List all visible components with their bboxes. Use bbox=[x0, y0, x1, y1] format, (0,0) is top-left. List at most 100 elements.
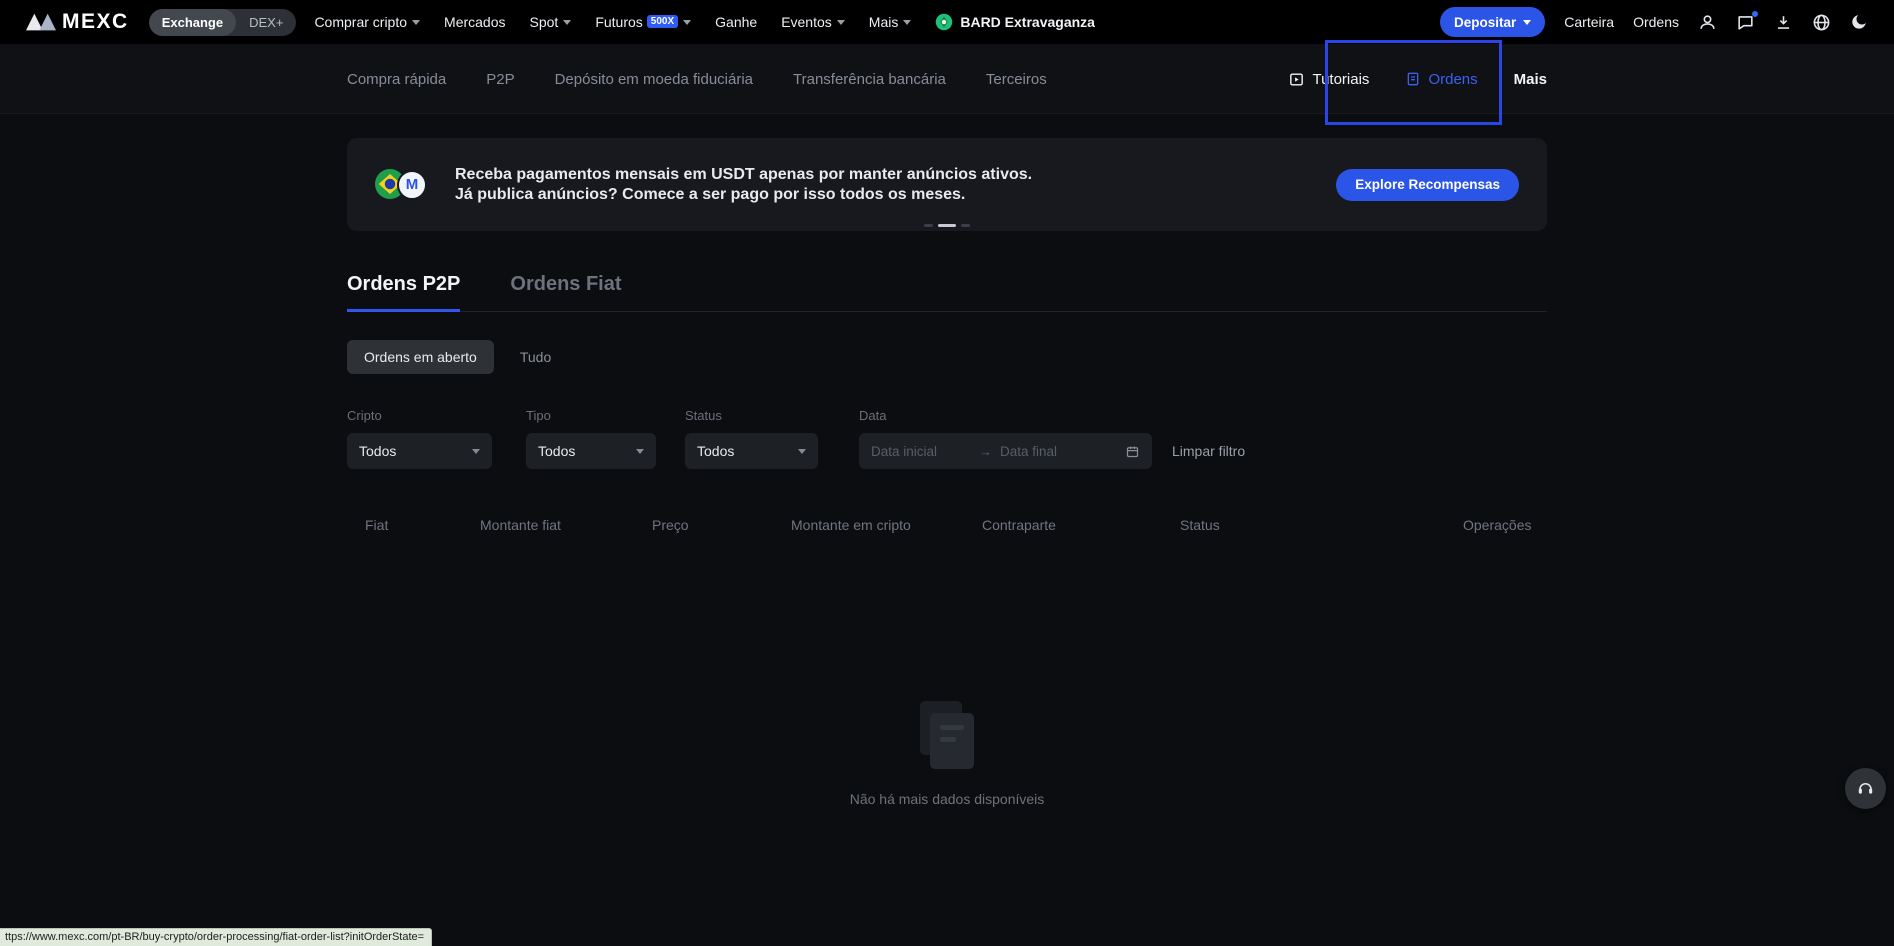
support-chat-button[interactable] bbox=[1845, 768, 1886, 809]
empty-documents-icon bbox=[916, 701, 978, 773]
select-value: Todos bbox=[697, 443, 734, 459]
nav-ganhe[interactable]: Ganhe bbox=[715, 14, 757, 30]
status-url: ttps://www.mexc.com/pt-BR/buy-crypto/ord… bbox=[5, 931, 424, 943]
col-status: Status bbox=[1180, 517, 1463, 533]
dark-mode-moon-icon[interactable] bbox=[1850, 13, 1868, 31]
tab-deposito-fiduciaria[interactable]: Depósito em moeda fiduciária bbox=[555, 71, 753, 88]
select-value: Todos bbox=[359, 443, 396, 459]
banner-line-2: Já publica anúncios? Comece a ser pago p… bbox=[455, 185, 1032, 205]
toggle-dex[interactable]: DEX+ bbox=[236, 9, 296, 36]
chevron-down-icon bbox=[412, 20, 420, 25]
more-subnav-link[interactable]: Mais bbox=[1514, 71, 1547, 88]
empty-state-text: Não há mais dados disponíveis bbox=[850, 791, 1045, 807]
banner-carousel-dots bbox=[924, 224, 970, 227]
rewards-banner: M Receba pagamentos mensais em USDT apen… bbox=[347, 138, 1547, 231]
nav-label: Comprar cripto bbox=[314, 14, 407, 30]
pill-ordens-em-aberto[interactable]: Ordens em aberto bbox=[347, 340, 494, 374]
tipo-select[interactable]: Todos bbox=[526, 433, 656, 469]
end-date-input[interactable] bbox=[1000, 444, 1100, 459]
select-value: Todos bbox=[538, 443, 575, 459]
deposit-button[interactable]: Depositar bbox=[1440, 7, 1545, 37]
chevron-down-icon bbox=[563, 20, 571, 25]
tab-ordens-p2p[interactable]: Ordens P2P bbox=[347, 273, 460, 312]
pill-tudo[interactable]: Tudo bbox=[520, 340, 551, 374]
wallet-link[interactable]: Carteira bbox=[1564, 14, 1614, 30]
nav-eventos[interactable]: Eventos bbox=[781, 14, 845, 30]
carousel-dot[interactable] bbox=[961, 224, 970, 227]
buy-crypto-subnav: Compra rápida P2P Depósito em moeda fidu… bbox=[0, 44, 1894, 114]
col-montante-fiat: Montante fiat bbox=[480, 517, 652, 533]
filter-tipo: Tipo Todos bbox=[526, 408, 656, 469]
nav-comprar-cripto[interactable]: Comprar cripto bbox=[314, 14, 420, 30]
start-date-input[interactable] bbox=[871, 444, 971, 459]
filter-label: Data bbox=[859, 408, 1152, 423]
mexc-m-badge-icon: M bbox=[397, 170, 427, 200]
subnav-tabs: Compra rápida P2P Depósito em moeda fidu… bbox=[347, 71, 1047, 88]
orders-doc-icon bbox=[1405, 71, 1421, 87]
mexc-logo[interactable]: MEXC bbox=[26, 10, 129, 34]
account-icon[interactable] bbox=[1698, 13, 1717, 32]
col-contraparte: Contraparte bbox=[982, 517, 1180, 533]
top-navbar: MEXC Exchange DEX+ Comprar cripto Mercad… bbox=[0, 0, 1894, 44]
tutorials-link[interactable]: Tutoriais bbox=[1288, 71, 1369, 88]
nav-label: Mercados bbox=[444, 14, 505, 30]
date-range-picker[interactable]: → bbox=[859, 433, 1152, 469]
tutorials-icon bbox=[1288, 71, 1305, 88]
promo-label: BARD Extravaganza bbox=[960, 14, 1095, 30]
col-operacoes: Operações bbox=[1463, 517, 1547, 533]
nav-futuros[interactable]: Futuros 500X bbox=[595, 14, 691, 30]
calendar-icon bbox=[1125, 444, 1140, 459]
nav-label: Eventos bbox=[781, 14, 832, 30]
filter-status: Status Todos bbox=[685, 408, 818, 469]
chevron-down-icon bbox=[636, 449, 644, 454]
tab-compra-rapida[interactable]: Compra rápida bbox=[347, 71, 446, 88]
filter-data: Data → bbox=[859, 408, 1152, 469]
bard-extravaganza-link[interactable]: BARD Extravaganza bbox=[935, 13, 1095, 31]
bard-event-icon bbox=[935, 13, 953, 31]
topbar-right: Depositar Carteira Ordens bbox=[1440, 7, 1868, 37]
explore-rewards-button[interactable]: Explore Recompensas bbox=[1336, 169, 1519, 201]
nav-spot[interactable]: Spot bbox=[530, 14, 572, 30]
browser-status-bar: ttps://www.mexc.com/pt-BR/buy-crypto/ord… bbox=[0, 928, 432, 946]
status-select[interactable]: Todos bbox=[685, 433, 818, 469]
orders-page-tabs: Ordens P2P Ordens Fiat bbox=[347, 273, 1547, 312]
tab-p2p[interactable]: P2P bbox=[486, 71, 514, 88]
filter-label: Status bbox=[685, 408, 818, 423]
chevron-down-icon bbox=[1523, 20, 1531, 25]
mexc-logo-icon bbox=[26, 12, 56, 32]
tab-ordens-fiat[interactable]: Ordens Fiat bbox=[510, 273, 621, 312]
chat-notification-dot bbox=[1752, 11, 1758, 17]
chevron-down-icon bbox=[798, 449, 806, 454]
clear-filter-link[interactable]: Limpar filtro bbox=[1172, 443, 1245, 459]
main-nav: Comprar cripto Mercados Spot Futuros 500… bbox=[314, 14, 911, 30]
chevron-down-icon bbox=[683, 20, 691, 25]
banner-line-1: Receba pagamentos mensais em USDT apenas… bbox=[455, 165, 1032, 185]
headset-icon bbox=[1856, 779, 1875, 798]
tab-transferencia-bancaria[interactable]: Transferência bancária bbox=[793, 71, 946, 88]
nav-mercados[interactable]: Mercados bbox=[444, 14, 505, 30]
orders-subnav-link[interactable]: Ordens bbox=[1405, 71, 1477, 88]
orders-table-header: Fiat Montante fiat Preço Montante em cri… bbox=[347, 517, 1547, 533]
arrow-right-icon: → bbox=[979, 444, 992, 459]
nav-mais[interactable]: Mais bbox=[869, 14, 912, 30]
download-app-icon[interactable] bbox=[1774, 13, 1793, 32]
nav-label: Ganhe bbox=[715, 14, 757, 30]
language-globe-icon[interactable] bbox=[1812, 13, 1831, 32]
main-content: M Receba pagamentos mensais em USDT apen… bbox=[347, 138, 1547, 807]
col-montante-em-cripto: Montante em cripto bbox=[791, 517, 982, 533]
tab-terceiros[interactable]: Terceiros bbox=[986, 71, 1047, 88]
col-preco: Preço bbox=[652, 517, 791, 533]
leverage-badge: 500X bbox=[647, 15, 678, 28]
orders-link[interactable]: Ordens bbox=[1633, 14, 1679, 30]
col-fiat: Fiat bbox=[365, 517, 480, 533]
filter-label: Cripto bbox=[347, 408, 492, 423]
carousel-dot[interactable] bbox=[924, 224, 933, 227]
chat-icon[interactable] bbox=[1736, 13, 1755, 32]
banner-icons: M bbox=[375, 169, 427, 201]
chevron-down-icon bbox=[472, 449, 480, 454]
filter-label: Tipo bbox=[526, 408, 656, 423]
cripto-select[interactable]: Todos bbox=[347, 433, 492, 469]
carousel-dot-active[interactable] bbox=[938, 224, 956, 227]
filter-cripto: Cripto Todos bbox=[347, 408, 492, 469]
toggle-exchange[interactable]: Exchange bbox=[149, 9, 236, 36]
